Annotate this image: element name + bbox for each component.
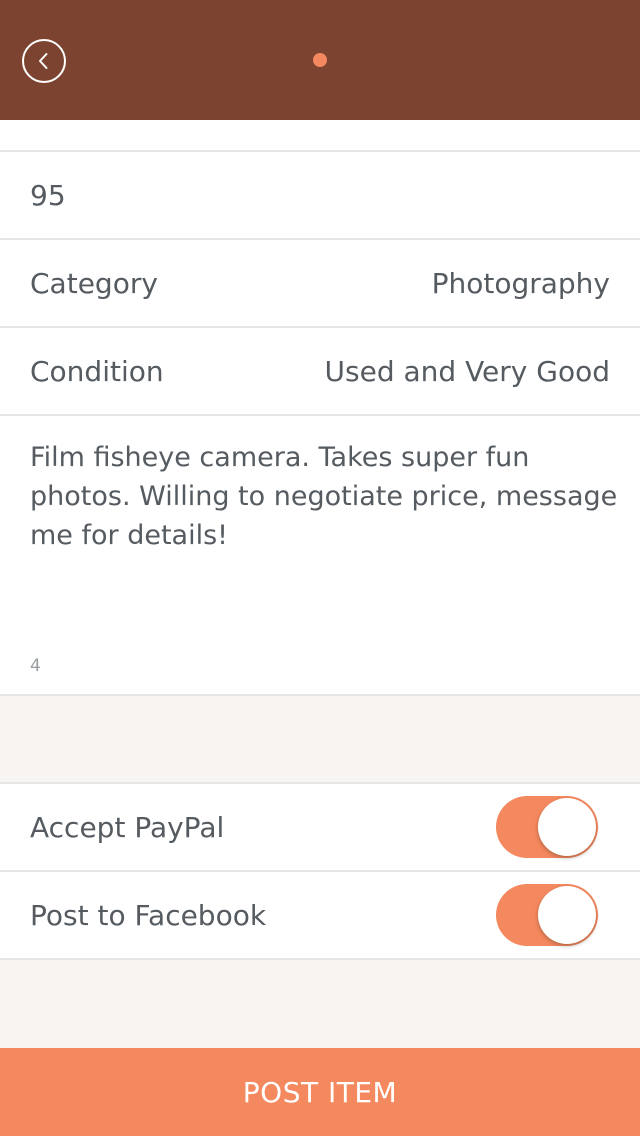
price-field[interactable]: 95 (0, 152, 640, 238)
category-row[interactable]: Category Photography (0, 240, 640, 326)
chevron-left-icon (39, 53, 48, 69)
category-value: Photography (431, 266, 610, 300)
description-counter: 4 (30, 656, 41, 676)
toggle-knob (538, 886, 596, 944)
category-label: Category (30, 266, 158, 300)
section-gap (0, 960, 640, 1048)
post-item-button[interactable]: POST ITEM (0, 1048, 640, 1136)
post-item-label: POST ITEM (242, 1075, 398, 1109)
page-indicator-dot (313, 53, 327, 67)
price-value: 95 (30, 178, 66, 212)
accept-paypal-label: Accept PayPal (30, 810, 225, 844)
back-button[interactable] (22, 39, 66, 83)
toggle-knob (538, 798, 596, 856)
accept-paypal-row: Accept PayPal (0, 784, 640, 870)
post-to-facebook-row: Post to Facebook (0, 872, 640, 958)
post-to-facebook-toggle[interactable] (496, 884, 598, 946)
section-gap (0, 696, 640, 782)
divider (0, 414, 640, 416)
condition-value: Used and Very Good (324, 354, 610, 388)
description-textarea[interactable]: Film fisheye camera. Takes super fun pho… (30, 438, 620, 555)
accept-paypal-toggle[interactable] (496, 796, 598, 858)
condition-label: Condition (30, 354, 164, 388)
post-to-facebook-label: Post to Facebook (30, 898, 267, 932)
condition-row[interactable]: Condition Used and Very Good (0, 328, 640, 414)
top-navigation-bar (0, 0, 640, 120)
